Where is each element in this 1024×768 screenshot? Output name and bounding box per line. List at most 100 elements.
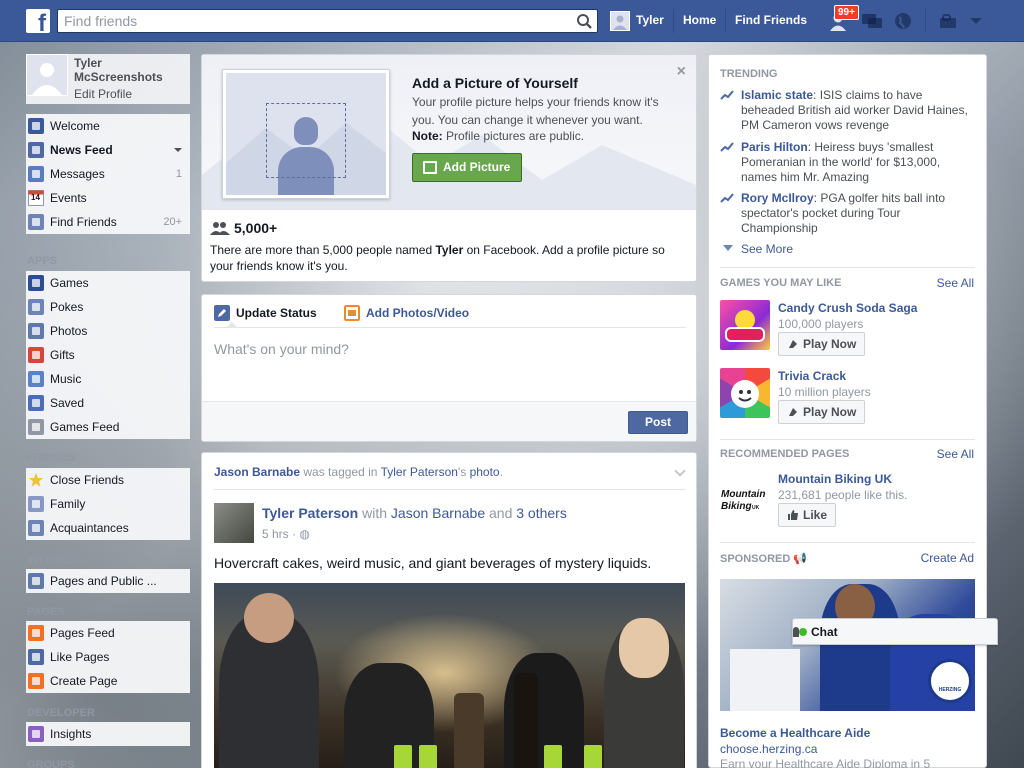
gifts-icon xyxy=(28,347,44,363)
sidebar-item-news-feed[interactable]: News Feed xyxy=(26,138,190,162)
sidebar-item-events[interactable]: 14 Events xyxy=(26,186,190,210)
pages-section-head: PAGES xyxy=(27,606,65,618)
edit-profile-link[interactable]: Edit Profile xyxy=(74,87,132,101)
crop-frame xyxy=(266,103,346,178)
chevron-down-icon xyxy=(723,245,733,251)
post-timestamp[interactable]: 5 hrs · ◍ xyxy=(262,527,310,541)
privacy-shortcuts-button[interactable] xyxy=(937,10,961,32)
sidebar-item-like-pages[interactable]: Like Pages xyxy=(26,645,190,669)
sidebar-item-music[interactable]: Music xyxy=(26,367,190,391)
friends-section-head: FRIENDS xyxy=(27,452,76,464)
status-input[interactable]: What's on your mind? xyxy=(214,341,349,357)
trivia-crack-thumbnail[interactable] xyxy=(720,368,770,418)
photo-cup xyxy=(394,745,412,768)
game-name-candy-crush[interactable]: Candy Crush Soda Saga xyxy=(778,301,917,315)
candy-crush-thumbnail[interactable] xyxy=(720,300,770,350)
sidebar-item-close-friends[interactable]: Close Friends xyxy=(26,468,190,492)
others-link[interactable]: 3 others xyxy=(516,505,567,521)
chat-label: Chat xyxy=(811,625,838,639)
pages-see-all-link[interactable]: See All xyxy=(937,447,974,461)
play-now-button-candy-crush[interactable]: Play Now xyxy=(778,332,866,356)
search-button[interactable] xyxy=(573,10,597,32)
nav-profile-link[interactable]: Tyler xyxy=(636,13,664,27)
status-composer: Update Status Add Photos/Video What's on… xyxy=(201,294,697,442)
profile-picture[interactable] xyxy=(26,54,68,96)
sidebar-item-acquaintances[interactable]: Acquaintances xyxy=(26,516,190,540)
post-button[interactable]: Post xyxy=(628,411,688,434)
left-nav-friends: Close Friends Family Acquaintances xyxy=(26,468,190,540)
close-icon[interactable]: × xyxy=(677,63,686,81)
trending-topic[interactable]: Rory McIlroy xyxy=(741,191,814,205)
sidebar-item-saved[interactable]: Saved xyxy=(26,391,190,415)
trending-topic[interactable]: Islamic state xyxy=(741,88,813,102)
sidebar-item-pages-and-public[interactable]: Pages and Public ... xyxy=(26,569,190,593)
sidebar-item-gifts[interactable]: Gifts xyxy=(26,343,190,367)
account-menu-button[interactable] xyxy=(964,10,988,32)
tab-divider xyxy=(214,327,686,328)
sidebar-item-welcome[interactable]: Welcome xyxy=(26,114,190,138)
games-see-all-link[interactable]: See All xyxy=(937,276,974,290)
see-more-link[interactable]: See More xyxy=(723,242,793,256)
games-feed-icon xyxy=(28,419,44,435)
story-actor-link[interactable]: Jason Barnabe xyxy=(214,465,300,479)
profile-name[interactable]: Tyler McScreenshots xyxy=(74,56,184,84)
sidebar-item-find-friends[interactable]: Find Friends 20+ xyxy=(26,210,190,234)
sidebar-item-label: Music xyxy=(50,372,82,386)
story-owner-link[interactable]: Tyler Paterson xyxy=(381,465,458,479)
story-options-chevron-icon[interactable] xyxy=(674,465,686,477)
chat-bar[interactable]: Chat xyxy=(792,618,998,645)
mountain-biking-logo[interactable]: Mountain Biking UK xyxy=(720,479,770,519)
sidebar-item-messages[interactable]: Messages 1 xyxy=(26,162,190,186)
globe-icon xyxy=(895,13,911,29)
messages-button[interactable] xyxy=(860,10,884,32)
tagged-friend-link[interactable]: Jason Barnabe xyxy=(391,505,485,521)
nav-find-friends-link[interactable]: Find Friends xyxy=(735,13,807,27)
notifications-button[interactable] xyxy=(891,10,915,32)
nav-home-link[interactable]: Home xyxy=(683,13,716,27)
search-input[interactable] xyxy=(58,10,558,32)
candy-crush-logo-icon xyxy=(725,310,765,342)
desc-name: Tyler xyxy=(435,243,464,257)
sidebar-item-games[interactable]: Games xyxy=(26,271,190,295)
ad-title-link[interactable]: Become a Healthcare Aide xyxy=(720,726,870,740)
groups-section-head: GROUPS xyxy=(27,759,75,768)
chevron-down-icon xyxy=(970,18,982,24)
like-page-button[interactable]: Like xyxy=(778,503,837,527)
tab-add-photos[interactable]: Add Photos/Video xyxy=(344,305,469,321)
story-object-link[interactable]: photo xyxy=(470,465,500,479)
post-photo[interactable] xyxy=(214,583,685,768)
sidebar-item-games-feed[interactable]: Games Feed xyxy=(26,415,190,439)
ad-url-link[interactable]: choose.herzing.ca xyxy=(720,742,817,756)
photo-cup xyxy=(584,745,602,768)
trending-item[interactable]: Paris Hilton: Heiress buys 'smallest Pom… xyxy=(720,140,970,185)
sidebar-item-pages-feed[interactable]: Pages Feed xyxy=(26,621,190,645)
photo-cup xyxy=(544,745,562,768)
facebook-logo[interactable]: f xyxy=(26,9,50,33)
trending-item[interactable]: Islamic state: ISIS claims to have behea… xyxy=(720,88,970,133)
chevron-down-icon[interactable] xyxy=(174,148,182,152)
trending-topic[interactable]: Paris Hilton xyxy=(741,140,808,154)
author-avatar[interactable] xyxy=(214,503,254,543)
sponsored-label: SPONSORED xyxy=(720,553,791,565)
create-ad-link[interactable]: Create Ad xyxy=(921,551,974,565)
add-picture-text: Your profile picture helps your friends … xyxy=(412,95,659,127)
sidebar-item-insights[interactable]: Insights xyxy=(26,722,190,746)
nav-avatar[interactable] xyxy=(610,11,630,31)
sidebar-item-count: 20+ xyxy=(163,216,182,228)
sidebar-item-create-page[interactable]: Create Page xyxy=(26,669,190,693)
online-status-icon xyxy=(799,628,807,636)
play-now-button-trivia-crack[interactable]: Play Now xyxy=(778,400,866,424)
trending-item[interactable]: Rory McIlroy: PGA golfer hits ball into … xyxy=(720,191,970,236)
herzing-logo: HERZING xyxy=(928,659,972,703)
sponsored-image[interactable]: HERZING xyxy=(720,579,975,711)
author-link[interactable]: Tyler Paterson xyxy=(262,505,358,521)
add-picture-button[interactable]: Add Picture xyxy=(412,153,522,182)
trending-arrow-icon xyxy=(720,90,734,100)
sidebar-item-family[interactable]: Family xyxy=(26,492,190,516)
sidebar-item-pokes[interactable]: Pokes xyxy=(26,295,190,319)
game-name-trivia-crack[interactable]: Trivia Crack xyxy=(778,369,846,383)
profile-picture-placeholder[interactable] xyxy=(222,69,390,199)
page-name-mountain-biking[interactable]: Mountain Biking UK xyxy=(778,472,892,486)
sidebar-item-photos[interactable]: Photos xyxy=(26,319,190,343)
tab-update-status[interactable]: Update Status xyxy=(214,305,317,321)
